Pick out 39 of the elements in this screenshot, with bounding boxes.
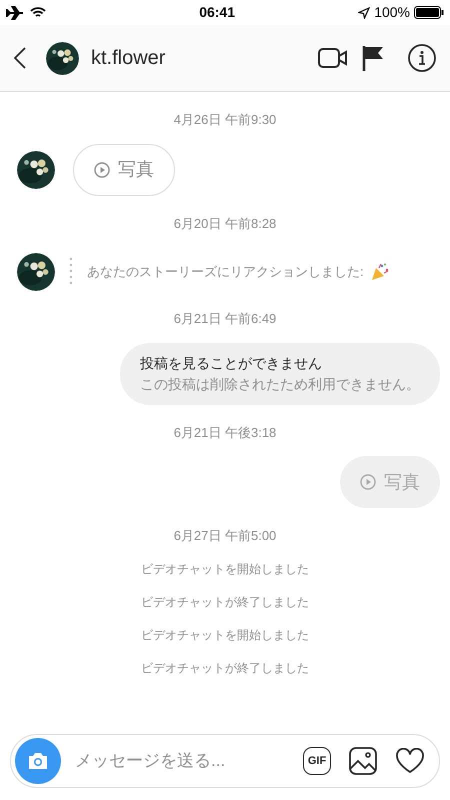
system-message: ビデオチャットが終了しました (141, 660, 309, 676)
username[interactable]: kt.flower (91, 43, 318, 73)
message-text: この投稿は削除されたため利用できません。 (140, 374, 420, 394)
back-button[interactable] (14, 47, 26, 69)
like-button[interactable] (395, 748, 425, 774)
camera-icon (27, 752, 49, 770)
airplane-icon (6, 6, 24, 20)
video-camera-icon (318, 47, 348, 69)
camera-button[interactable] (15, 738, 61, 784)
image-icon (349, 747, 377, 775)
battery-percent: 100% (374, 3, 410, 22)
video-call-button[interactable] (318, 47, 348, 69)
info-icon (408, 44, 436, 72)
dotted-line-icon (69, 257, 73, 287)
info-button[interactable] (408, 44, 436, 72)
system-message: ビデオチャットが終了しました (141, 594, 309, 610)
location-arrow-icon (358, 6, 370, 18)
play-icon (94, 162, 110, 178)
timestamp: 4月26日 午前9:30 (174, 111, 276, 129)
reaction-text: あなたのストーリーズにリアクションしました: (87, 263, 364, 282)
timestamp: 6月21日 午前6:49 (174, 310, 276, 328)
system-message: ビデオチャットを開始しました (141, 626, 309, 644)
wifi-icon (30, 6, 46, 19)
battery-icon (414, 6, 444, 19)
party-popper-icon (370, 262, 390, 282)
gallery-button[interactable] (349, 747, 377, 775)
message-title: 投稿を見ることができません (140, 354, 323, 372)
heart-icon (395, 748, 425, 774)
flag-icon (362, 45, 384, 71)
timestamp: 6月20日 午前8:28 (174, 214, 276, 232)
gif-button[interactable]: GIF (303, 747, 331, 775)
message-composer[interactable]: メッセージを送る... GIF (10, 734, 440, 788)
timestamp: 6月21日 午後3:18 (174, 424, 276, 442)
system-message: ビデオチャットを開始しました (141, 560, 309, 578)
report-button[interactable] (362, 45, 384, 71)
chevron-left-icon (14, 47, 26, 69)
clock-time: 06:41 (199, 3, 235, 22)
play-icon (360, 474, 376, 490)
timestamp: 6月27日 午前5:00 (174, 527, 276, 545)
